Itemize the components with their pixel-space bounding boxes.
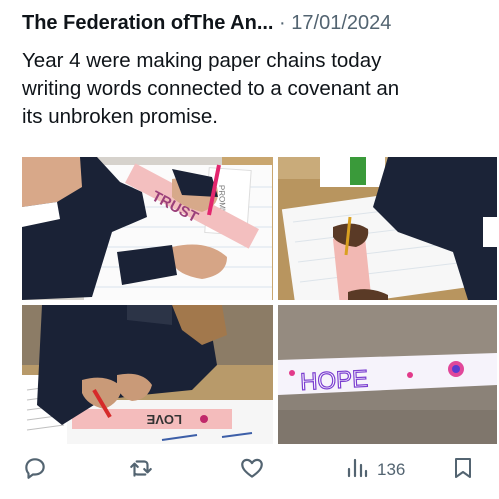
views-icon (345, 455, 369, 486)
love-word: LOVE (146, 412, 182, 427)
retweet-button[interactable] (128, 452, 154, 488)
tweet-text: Year 4 were making paper chains today wr… (22, 49, 400, 128)
bookmark-button[interactable] (451, 452, 475, 488)
bookmark-icon (451, 455, 475, 486)
separator-dot: · (279, 12, 286, 34)
photo-grid: PROMISE TRUST LOVE HOPE (22, 157, 497, 444)
views-button[interactable]: 136 (345, 452, 405, 488)
tweet-header: The Federation ofThe An... · 17/01/2024 (22, 10, 492, 36)
like-icon (239, 455, 265, 486)
tweet-date[interactable]: 17/01/2024 (291, 12, 391, 34)
hope-word: HOPE (300, 365, 369, 396)
reply-icon (22, 455, 48, 486)
views-count: 136 (377, 460, 406, 479)
photo-hope[interactable]: HOPE (278, 305, 497, 444)
action-bar: 136 (0, 452, 499, 488)
reply-button[interactable] (22, 452, 48, 488)
photo-love[interactable]: LOVE (22, 305, 273, 444)
retweet-icon (128, 455, 154, 486)
photo-writing-strip[interactable] (278, 157, 497, 300)
photo-trust[interactable]: PROMISE TRUST (22, 157, 273, 300)
like-button[interactable] (239, 452, 265, 488)
author-name[interactable]: The Federation ofThe An... (22, 12, 273, 34)
